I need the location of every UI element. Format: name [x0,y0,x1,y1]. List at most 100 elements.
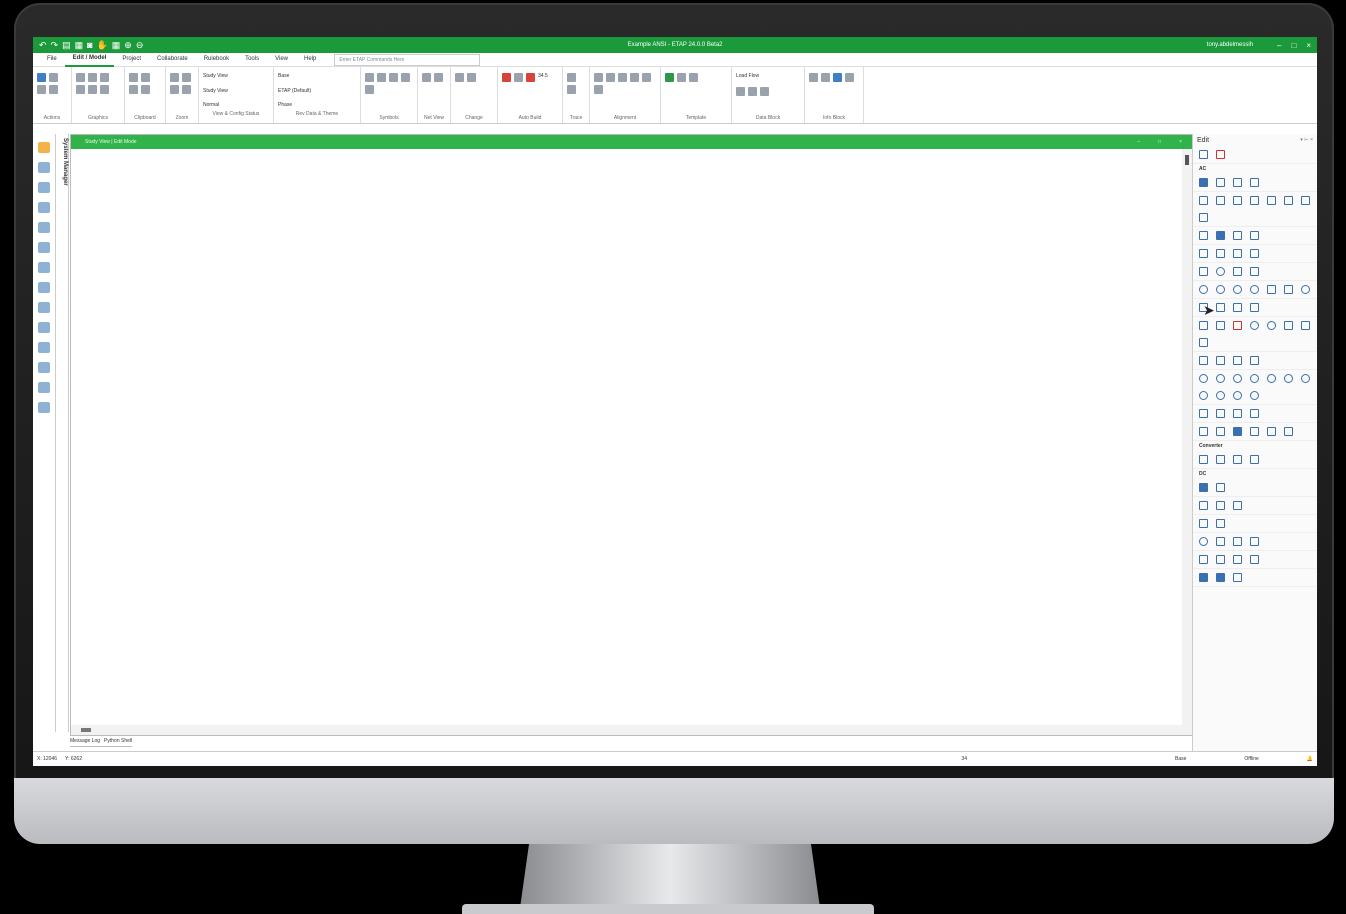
template-icon[interactable] [665,73,674,82]
align-center-icon[interactable] [606,73,615,82]
notification-icon[interactable]: 🔔 [1307,756,1313,762]
jumper-icon[interactable] [1199,213,1208,222]
panel-pin-close-icon[interactable]: ▾ ⊢ × [1300,137,1313,143]
command-search-input[interactable]: Enter ETAP Commands Here [334,53,481,66]
breaker-icon[interactable] [1199,231,1208,240]
diamond-icon[interactable] [526,73,535,82]
scroll-thumb[interactable] [81,728,91,732]
dc-load-icon[interactable] [1216,537,1225,546]
print-icon[interactable]: ▦ [75,40,84,51]
relay-ff-icon[interactable] [1250,391,1259,400]
mov-icon[interactable] [1250,285,1259,294]
dc-pv-icon[interactable] [1250,537,1259,546]
dc-ct-icon[interactable] [1233,555,1242,564]
paste-special-icon[interactable] [141,85,150,94]
tab-rulebook[interactable]: Rulebook [196,53,237,66]
relay-50-icon[interactable] [1199,374,1208,383]
zoom-out-icon[interactable] [182,85,191,94]
delete-icon[interactable] [76,73,85,82]
size-icon[interactable] [365,85,374,94]
align-top-icon[interactable] [630,73,639,82]
doc-minimize-icon[interactable]: – [1137,139,1140,145]
transformer-icon[interactable] [1233,178,1242,187]
zoom-in-icon[interactable]: ⊕ [124,40,132,51]
reactor-icon[interactable] [1250,196,1259,205]
duplicate-icon[interactable] [88,85,97,94]
relay-87-icon[interactable] [1250,374,1259,383]
surge-icon[interactable] [1216,321,1225,330]
capacitor-icon[interactable] [1199,249,1208,258]
impedance-icon[interactable] [1233,196,1242,205]
spd-icon[interactable] [1233,321,1242,330]
battery-element-icon[interactable] [1250,356,1259,365]
dc-switch-icon[interactable] [1199,555,1208,564]
paste-icon[interactable] [129,85,138,94]
edit-mode-icon[interactable] [38,142,50,153]
hand-icon[interactable]: ✋ [97,40,108,51]
maximize-icon[interactable]: □ [1291,41,1296,50]
dc-system-icon[interactable] [1233,573,1242,582]
vertical-scrollbar[interactable] [1182,149,1192,735]
panel-icon[interactable] [1233,249,1242,258]
relay-27-icon[interactable] [1301,374,1310,383]
dc-ground-icon[interactable] [1250,555,1259,564]
text-icon[interactable] [1216,150,1225,159]
line-icon[interactable] [1216,196,1225,205]
switchgear-icon[interactable] [1233,427,1242,436]
substation-icon[interactable] [1284,427,1293,436]
probe-icon[interactable] [1301,321,1310,330]
relay-59-icon[interactable] [1199,391,1208,400]
ucs-icon[interactable] [1233,356,1242,365]
motor-icon[interactable] [1199,285,1208,294]
dc-battery-icon[interactable] [1233,537,1242,546]
system-manager-tab[interactable]: System Manager [56,134,69,732]
dc-panel-icon[interactable] [1216,573,1225,582]
dc-impedance-icon[interactable] [1216,501,1225,510]
dc-cable-icon[interactable] [1199,501,1208,510]
grounding-icon[interactable] [38,402,50,413]
download-icon[interactable] [689,73,698,82]
base-select[interactable]: Base [278,69,356,84]
snap-mode[interactable]: Base [1175,756,1186,762]
charger-icon[interactable] [1233,455,1242,464]
cable-element-icon[interactable] [1199,196,1208,205]
warning-icon[interactable] [377,73,386,82]
dc-converter-icon[interactable] [1233,501,1242,510]
protection-icon[interactable] [38,242,50,253]
trace-icon[interactable] [567,73,576,82]
dc-contact-icon[interactable] [1216,555,1225,564]
pointer-icon[interactable] [1199,150,1208,159]
lumped-load-icon[interactable] [1284,285,1293,294]
align-bottom-icon[interactable] [594,85,603,94]
harmonics-icon[interactable] [38,262,50,273]
wind-turbine-icon[interactable] [1233,267,1242,276]
copy-icon[interactable] [141,73,150,82]
vfd-icon[interactable] [1216,455,1225,464]
tab-project[interactable]: Project [114,53,149,66]
section-dc[interactable]: DC [1193,469,1317,479]
switching-icon[interactable] [38,322,50,333]
auto-build-icon[interactable] [502,73,511,82]
data-search-icon[interactable] [748,87,757,96]
cut-icon[interactable] [129,73,138,82]
undo-icon[interactable] [170,73,179,82]
trace-alt-icon[interactable] [567,85,576,94]
tab-file[interactable]: File [39,53,65,66]
switch-ss-icon[interactable] [1199,409,1208,418]
enclosure-icon[interactable] [1267,427,1276,436]
net-view-icon[interactable] [422,73,431,82]
find-icon[interactable] [49,85,58,94]
grid-icon[interactable]: ▦ [112,40,121,51]
transient-icon[interactable] [38,282,50,293]
tab-help[interactable]: Help [296,53,324,66]
harmonic-filter-icon[interactable] [1250,249,1259,258]
change-alt-icon[interactable] [467,73,476,82]
dc-breaker-icon[interactable] [1199,519,1208,528]
config-select[interactable]: Normal [203,99,269,111]
data-block-icon[interactable] [736,87,745,96]
paste-icon[interactable] [76,85,85,94]
load-filter-select[interactable]: Load Flow [736,69,800,83]
tab-tools[interactable]: Tools [237,53,267,66]
relay-m-icon[interactable] [1284,374,1293,383]
contact-icon[interactable] [1199,356,1208,365]
